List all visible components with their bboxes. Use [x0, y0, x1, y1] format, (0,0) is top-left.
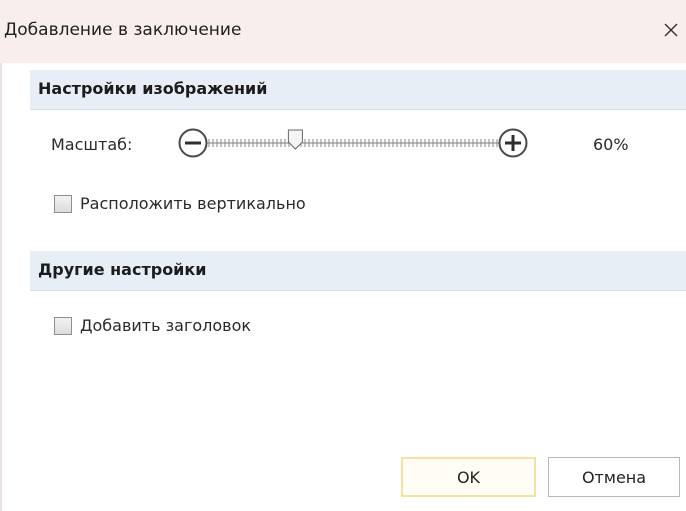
close-button[interactable]	[656, 14, 686, 46]
add-title-checkbox[interactable]	[54, 316, 72, 335]
image-settings-title: Настройки изображений	[38, 79, 268, 98]
vertical-layout-checkbox[interactable]	[54, 194, 72, 213]
scale-value: 60%	[593, 135, 629, 154]
scale-slider[interactable]	[173, 123, 533, 163]
slider-thumb[interactable]	[287, 129, 303, 150]
zoom-out-button[interactable]	[178, 128, 208, 158]
scale-label: Масштаб:	[51, 135, 133, 154]
ok-button[interactable]: OK	[401, 457, 536, 497]
add-title-label: Добавить заголовок	[80, 316, 252, 335]
dialog-title: Добавление в заключение	[4, 20, 242, 40]
zoom-in-button[interactable]	[498, 128, 528, 158]
vertical-layout-label: Расположить вертикально	[80, 194, 306, 213]
vertical-layout-checkbox-row[interactable]: Расположить вертикально	[54, 194, 306, 213]
add-to-report-dialog: Добавление в заключение Настройки изобра…	[0, 0, 686, 511]
cancel-button[interactable]: Отмена	[548, 457, 680, 497]
close-icon	[664, 23, 678, 37]
other-settings-title: Другие настройки	[38, 260, 207, 279]
title-bar: Добавление в заключение	[0, 0, 686, 63]
image-settings-header: Настройки изображений	[30, 70, 686, 110]
other-settings-header: Другие настройки	[30, 251, 686, 291]
add-title-checkbox-row[interactable]: Добавить заголовок	[54, 316, 251, 335]
window-border	[0, 63, 2, 511]
